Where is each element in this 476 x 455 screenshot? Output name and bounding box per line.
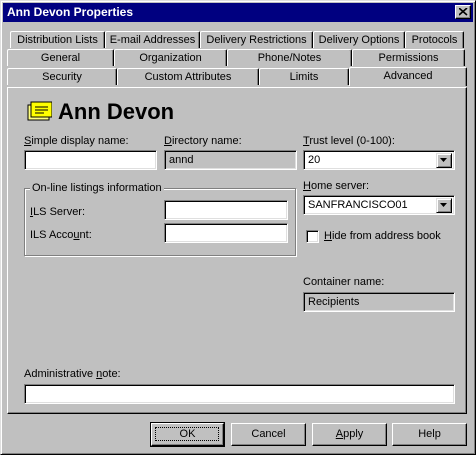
window-title: Ann Devon Properties <box>7 5 134 19</box>
trust-level-label: Trust level (0-100): <box>303 135 395 147</box>
hide-from-address-book-label[interactable]: Hide from address book <box>324 230 441 242</box>
tab-protocols[interactable]: Protocols <box>405 31 464 48</box>
tab-email-addresses[interactable]: E-mail Addresses <box>105 31 200 48</box>
home-server-value: SANFRANCISCO01 <box>308 199 408 211</box>
chevron-down-icon <box>440 203 447 207</box>
hide-from-address-book-checkbox[interactable] <box>306 230 319 243</box>
ils-account-input[interactable] <box>164 223 288 243</box>
trust-level-dropdown-button[interactable] <box>436 153 452 168</box>
title-bar[interactable]: Ann Devon Properties <box>3 3 473 22</box>
home-server-label: Home server: <box>303 180 370 192</box>
tab-delivery-options[interactable]: Delivery Options <box>313 31 405 48</box>
tab-limits[interactable]: Limits <box>259 68 349 85</box>
cancel-button[interactable]: Cancel <box>231 423 306 446</box>
tab-general[interactable]: General <box>7 49 114 66</box>
chevron-down-icon <box>440 158 447 162</box>
advanced-tab-panel: Ann Devon Simple display name: Directory… <box>7 87 467 414</box>
trust-level-combobox[interactable]: 20 <box>303 150 455 170</box>
simple-display-name-input[interactable] <box>24 150 157 170</box>
user-card-icon <box>27 101 52 121</box>
close-button[interactable] <box>455 5 471 19</box>
tab-advanced[interactable]: Advanced <box>349 67 467 86</box>
apply-button[interactable]: Apply <box>312 423 387 446</box>
administrative-note-input[interactable] <box>24 384 455 404</box>
simple-display-name-label: Simple display name: <box>24 135 129 147</box>
help-button-label: Help <box>418 428 441 440</box>
ils-account-label: ILS Account: <box>30 229 92 241</box>
tab-custom-attributes[interactable]: Custom Attributes <box>117 68 259 85</box>
properties-window: Ann Devon Properties Distribution Lists … <box>0 0 476 455</box>
container-name-label: Container name: <box>303 276 385 288</box>
tab-phone-notes[interactable]: Phone/Notes <box>227 49 352 66</box>
home-server-combobox[interactable]: SANFRANCISCO01 <box>303 195 455 215</box>
container-name-field: Recipients <box>303 292 455 312</box>
online-listings-group <box>24 188 296 256</box>
directory-name-field: annd <box>164 150 297 170</box>
cancel-button-label: Cancel <box>251 428 286 440</box>
ils-server-label: ILS Server: <box>30 206 86 218</box>
home-server-dropdown-button[interactable] <box>436 198 452 213</box>
trust-level-value: 20 <box>308 154 321 166</box>
help-button[interactable]: Help <box>392 423 467 446</box>
ils-server-input[interactable] <box>164 200 288 220</box>
tab-permissions[interactable]: Permissions <box>352 49 465 66</box>
tab-delivery-restrictions[interactable]: Delivery Restrictions <box>200 31 313 48</box>
ok-button[interactable]: OK <box>150 422 225 447</box>
directory-name-label: Directory name: <box>164 135 242 147</box>
close-icon <box>459 8 468 16</box>
tab-organization[interactable]: Organization <box>114 49 227 66</box>
online-listings-legend: On-line listings information <box>30 182 164 194</box>
focus-rectangle <box>155 427 219 441</box>
recipient-display-name: Ann Devon <box>58 99 175 124</box>
tab-distribution-lists[interactable]: Distribution Lists <box>10 31 105 48</box>
apply-button-label: Apply <box>335 428 364 440</box>
tab-security[interactable]: Security <box>7 68 117 85</box>
administrative-note-label: Administrative note: <box>24 368 121 380</box>
